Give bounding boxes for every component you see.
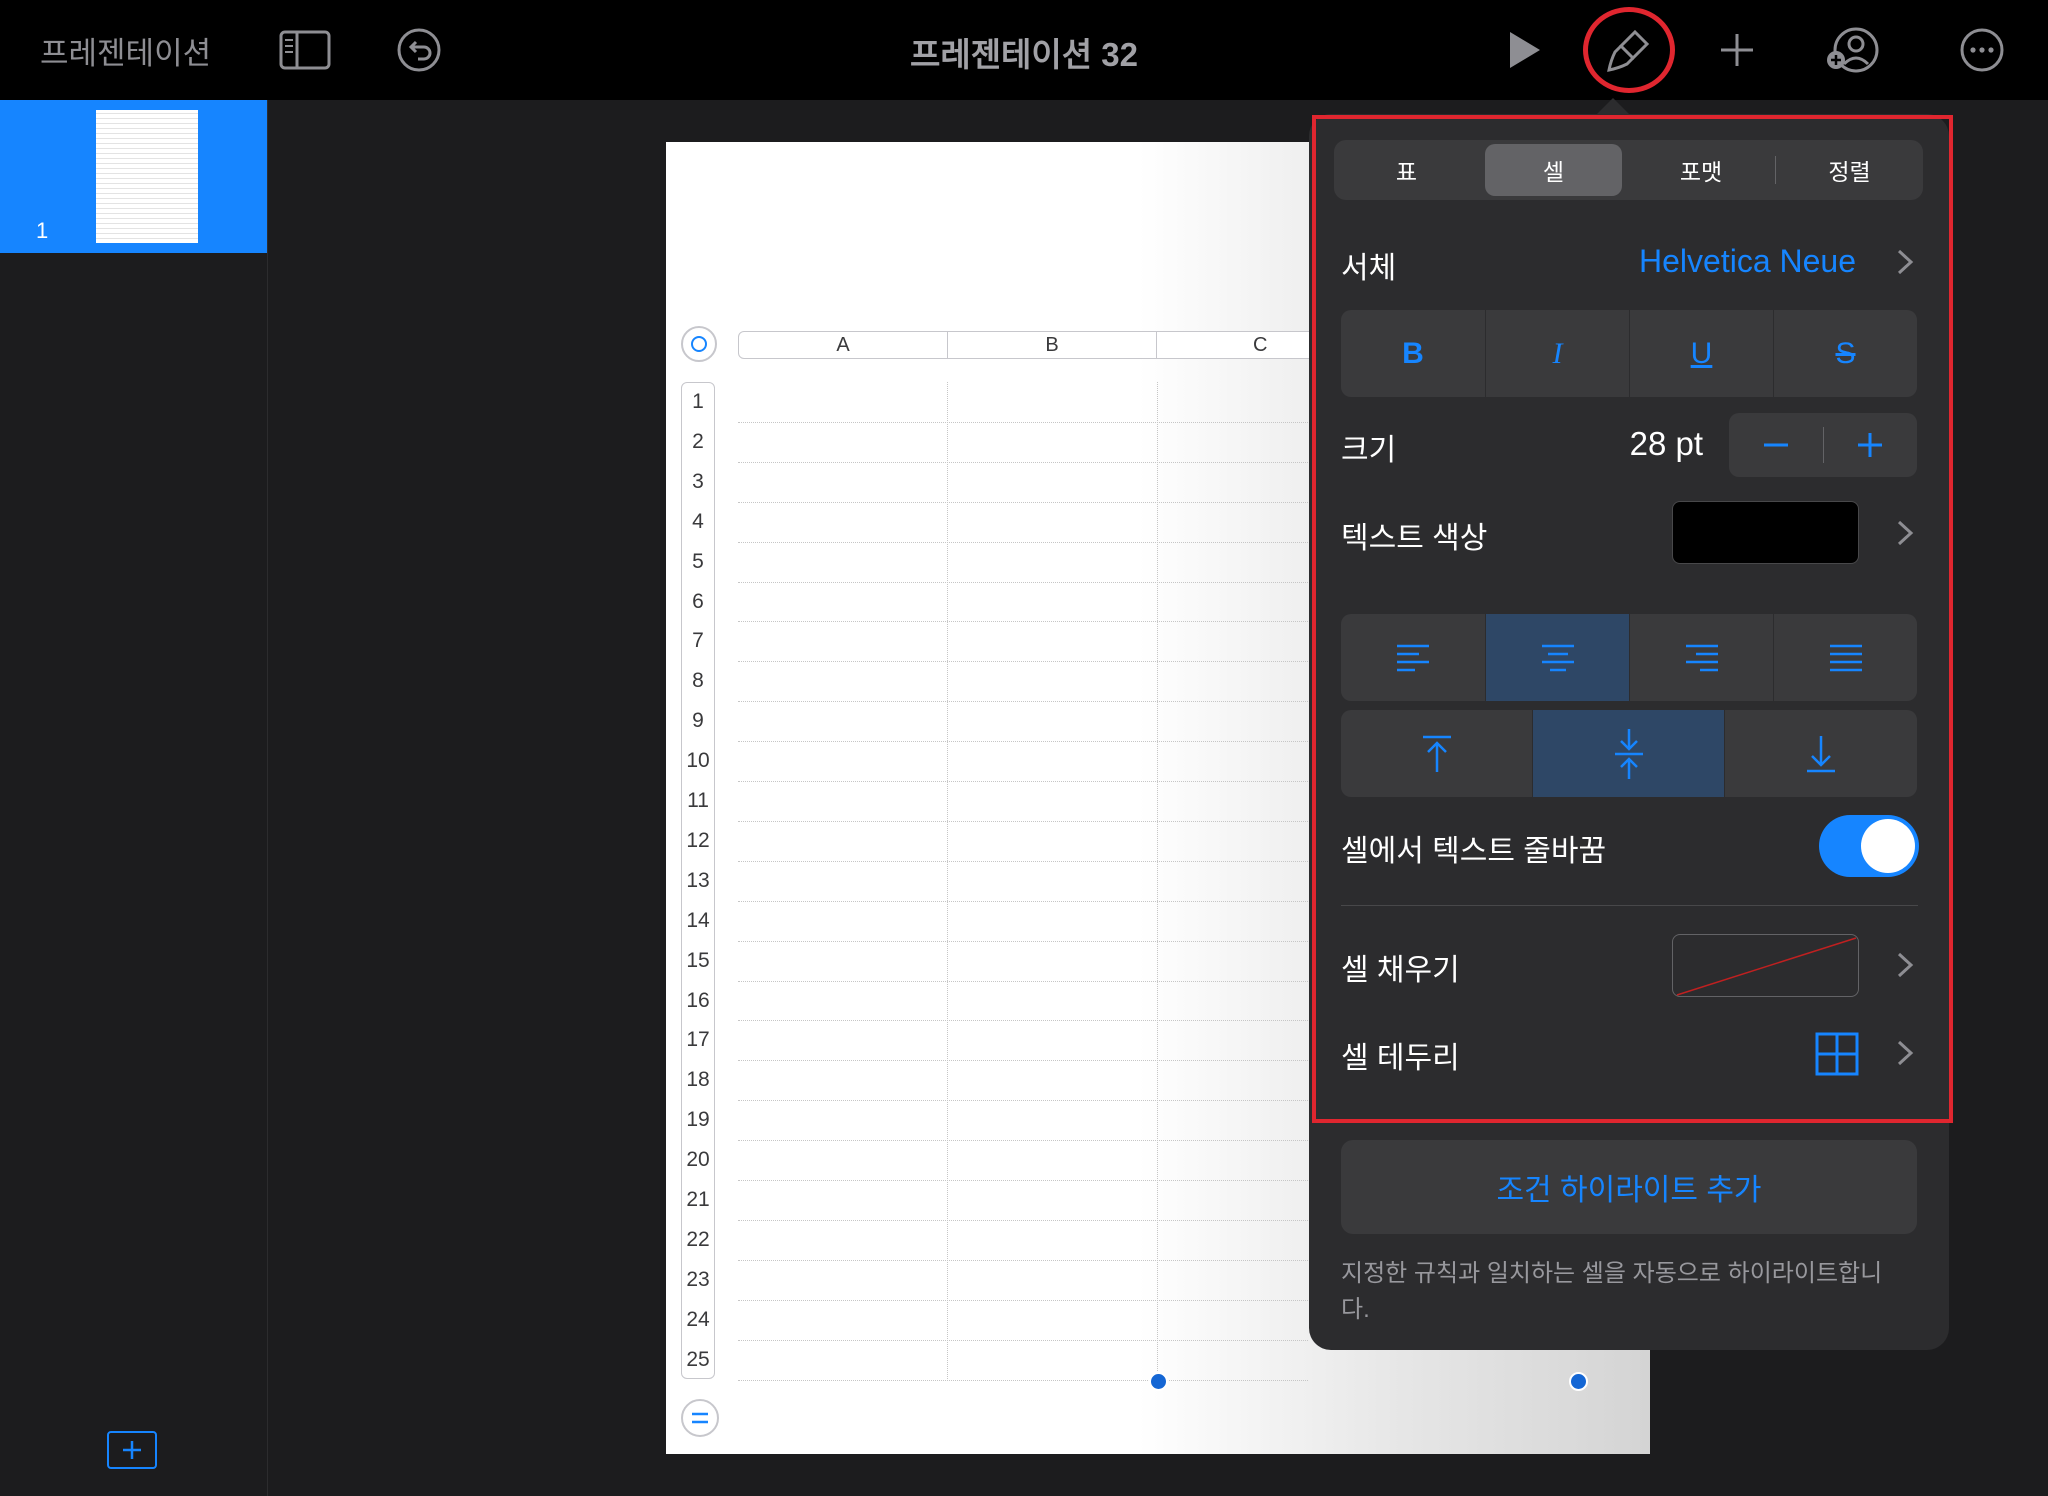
row-header[interactable]: 22 [681,1220,715,1260]
row-divider [738,741,1308,743]
row-divider [738,1020,1308,1022]
sidebar-icon [279,30,331,70]
add-icon [123,1441,141,1459]
row-header[interactable]: 2 [681,422,715,462]
row-divider [738,421,1308,423]
row-header[interactable]: 10 [681,741,715,781]
row-header[interactable]: 24 [681,1300,715,1340]
column-header[interactable]: C [1156,331,1316,359]
slide-thumbnail-item[interactable]: 1 [0,100,267,253]
top-toolbar: 프레젠테이션 프레젠테이션 32 [0,0,2048,100]
row-header[interactable]: 25 [681,1340,715,1380]
row-header[interactable]: 18 [681,1060,715,1100]
row-divider [738,900,1308,902]
row-header[interactable]: 23 [681,1260,715,1300]
row-divider [738,820,1308,822]
more-icon [1960,28,2004,72]
row-header[interactable]: 13 [681,861,715,901]
row-header[interactable]: 4 [681,502,715,542]
row-header[interactable]: 20 [681,1140,715,1180]
row-divider [738,701,1308,703]
equal-icon [692,1412,708,1424]
slide-thumbnail [96,110,198,243]
row-header[interactable]: 6 [681,582,715,622]
row-divider [738,1100,1308,1102]
row-header[interactable]: 9 [681,701,715,741]
slide-number: 1 [36,218,49,243]
add-slide-button[interactable] [107,1431,157,1469]
row-header[interactable]: 8 [681,661,715,701]
row-divider [738,860,1308,862]
row-divider [738,1180,1308,1181]
row-header[interactable]: 7 [681,621,715,661]
row-header[interactable]: 5 [681,542,715,582]
resize-handle[interactable] [1149,1372,1168,1391]
row-divider [738,781,1308,782]
collaborate-button[interactable] [1822,20,1882,80]
row-header[interactable]: 11 [681,781,715,821]
row-divider [738,1259,1308,1261]
row-header[interactable]: 19 [681,1100,715,1140]
row-divider [738,1060,1308,1062]
column-divider [1157,382,1158,1379]
add-row-button[interactable] [681,1399,719,1437]
resize-handle[interactable] [1569,1372,1588,1391]
row-divider [738,541,1308,543]
presentations-back-link[interactable]: 프레젠테이션 [40,28,211,73]
column-header[interactable]: B [947,331,1157,359]
add-button[interactable] [1707,20,1767,80]
row-header[interactable]: 16 [681,981,715,1021]
more-button[interactable] [1952,20,2012,80]
row-divider [738,1219,1308,1221]
row-header[interactable]: 15 [681,941,715,981]
row-header[interactable]: 3 [681,462,715,502]
sidebar-toggle-button[interactable] [275,20,335,80]
annotation-highlight-box [1312,115,1953,1123]
play-icon [1510,32,1540,68]
row-header[interactable]: 21 [681,1180,715,1220]
column-header[interactable]: A [738,331,948,359]
row-divider [738,940,1308,942]
row-header[interactable]: 1 [681,382,715,422]
slide-navigator: 1 [0,100,268,1496]
row-divider [738,1299,1308,1301]
row-divider [738,661,1308,663]
add-conditional-highlight-button[interactable]: 조건 하이라이트 추가 [1341,1140,1917,1234]
row-divider [738,581,1308,583]
annotation-circle [1583,7,1675,93]
row-header[interactable]: 14 [681,901,715,941]
undo-button[interactable] [389,20,449,80]
add-icon [1721,34,1753,66]
row-divider [738,461,1308,463]
row-divider [738,1339,1308,1341]
collaborate-icon [1827,27,1879,73]
row-divider [738,621,1308,623]
play-button[interactable] [1494,20,1554,80]
table-select-handle[interactable] [681,326,717,362]
row-divider [738,1379,1308,1381]
row-header[interactable]: 17 [681,1020,715,1060]
row-divider [738,980,1308,982]
row-header[interactable]: 12 [681,821,715,861]
conditional-highlight-description: 지정한 규칙과 일치하는 셀을 자동으로 하이라이트합니다. [1341,1260,1883,1323]
row-divider [738,501,1308,503]
row-divider [738,1140,1308,1142]
undo-icon [397,28,441,72]
column-divider [947,382,948,1379]
